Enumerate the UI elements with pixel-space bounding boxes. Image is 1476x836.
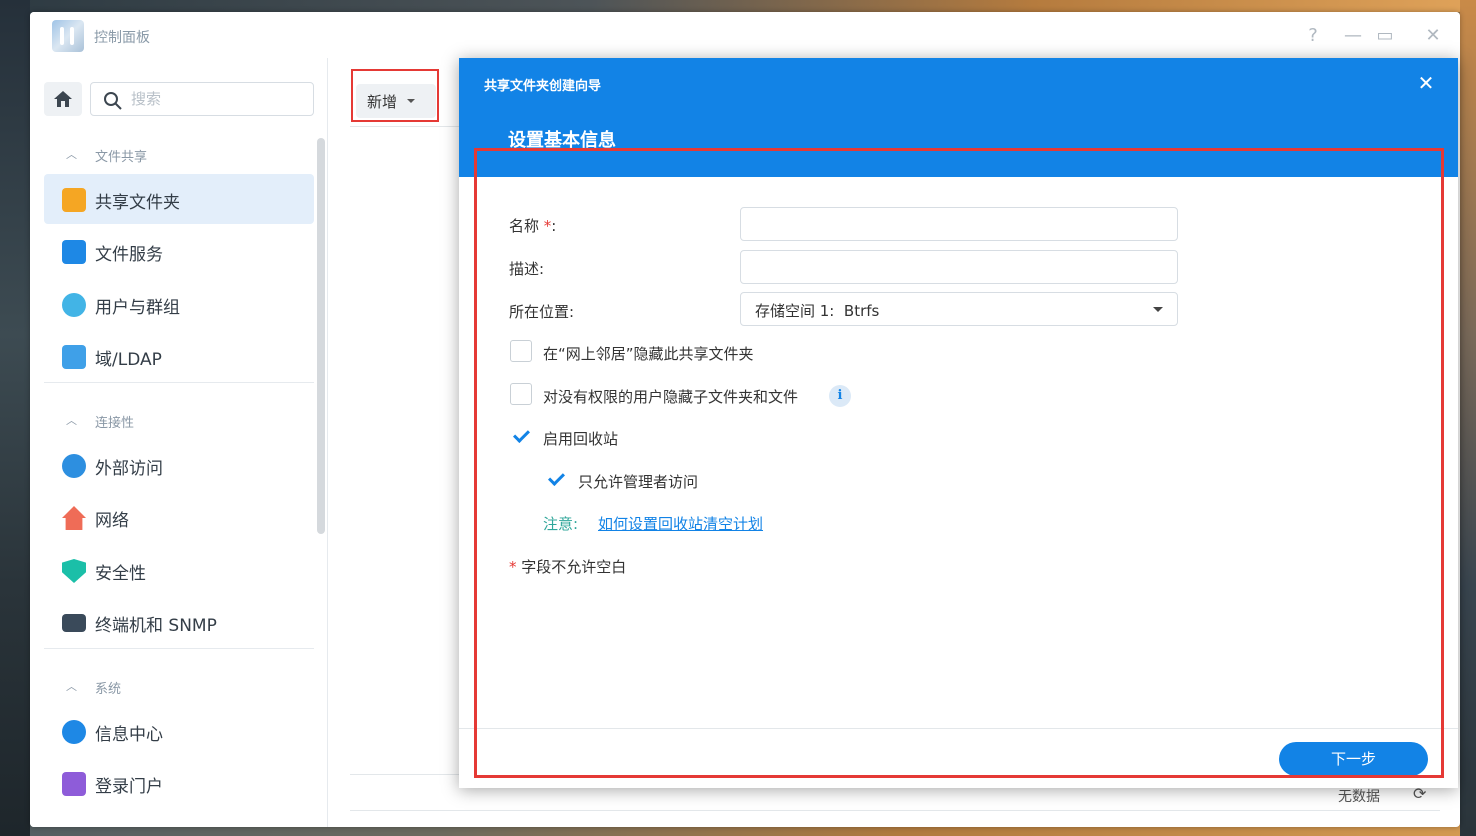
description-input[interactable] bbox=[749, 257, 1169, 277]
location-value: 存储空间 1: Btrfs bbox=[755, 302, 880, 320]
admin-only-checkbox[interactable] bbox=[545, 468, 567, 490]
sidebar-item-shared-folder[interactable]: 共享文件夹 bbox=[44, 174, 314, 224]
terminal-icon bbox=[62, 614, 86, 632]
content-footer-divider bbox=[350, 810, 1440, 811]
search-input[interactable] bbox=[131, 89, 301, 109]
home-icon bbox=[54, 91, 72, 107]
recycle-bin-label: 启用回收站 bbox=[543, 430, 619, 448]
sidebar-item-login-portal[interactable]: 登录门户 bbox=[44, 758, 314, 808]
users-groups-icon bbox=[62, 293, 86, 317]
dialog-header: 共享文件夹创建向导 ✕ 设置基本信息 bbox=[459, 58, 1458, 177]
minimize-icon[interactable]: — bbox=[1341, 24, 1365, 48]
help-icon[interactable]: ? bbox=[1301, 24, 1325, 48]
desktop-background-left bbox=[0, 0, 30, 836]
info-icon[interactable]: i bbox=[829, 385, 851, 407]
location-label: 所在位置: bbox=[509, 303, 575, 321]
sidebar-item-security[interactable]: 安全性 bbox=[44, 545, 314, 595]
shared-folder-icon bbox=[62, 188, 86, 212]
sidebar-item-external-access[interactable]: 外部访问 bbox=[44, 440, 314, 490]
sidebar-divider bbox=[44, 648, 314, 649]
hide-network-checkbox[interactable] bbox=[510, 340, 532, 362]
sidebar-item-users-groups[interactable]: 用户与群组 bbox=[44, 279, 314, 329]
network-icon bbox=[62, 506, 86, 530]
external-access-icon bbox=[62, 454, 86, 478]
required-note: * 字段不允许空白 bbox=[509, 558, 627, 576]
chevron-up-icon: ︿ bbox=[66, 680, 77, 693]
location-select[interactable]: 存储空间 1: Btrfs bbox=[740, 292, 1178, 326]
shield-icon bbox=[62, 559, 86, 583]
titlebar: 控制面板 ? — ▭ ✕ bbox=[30, 12, 1460, 58]
dialog-footer-divider bbox=[459, 728, 1458, 729]
sidebar-item-network[interactable]: 网络 bbox=[44, 492, 314, 542]
desktop-background-right bbox=[1460, 0, 1476, 836]
description-label: 描述: bbox=[509, 260, 545, 278]
chevron-up-icon: ︿ bbox=[66, 148, 77, 161]
app-title: 控制面板 bbox=[94, 30, 150, 46]
info-center-icon bbox=[62, 720, 86, 744]
search-box[interactable] bbox=[90, 82, 314, 116]
sidebar-item-info-center[interactable]: 信息中心 bbox=[44, 706, 314, 756]
note-label: 注意: bbox=[543, 515, 579, 533]
file-services-icon bbox=[62, 240, 86, 264]
name-field[interactable] bbox=[740, 207, 1178, 241]
close-window-icon[interactable]: ✕ bbox=[1421, 24, 1445, 48]
hide-network-label: 在“网上邻居”隐藏此共享文件夹 bbox=[543, 345, 754, 363]
hide-subfolders-label: 对没有权限的用户隐藏子文件夹和文件 bbox=[543, 388, 799, 406]
toolbar-divider bbox=[350, 126, 460, 127]
control-panel-icon bbox=[52, 20, 84, 52]
shared-folder-wizard-dialog: 共享文件夹创建向导 ✕ 设置基本信息 名称 *: 描述: 所在位置: 存储空间 … bbox=[459, 58, 1458, 788]
description-field[interactable] bbox=[740, 250, 1178, 284]
dialog-subtitle: 设置基本信息 bbox=[508, 130, 616, 151]
sidebar-item-domain-ldap[interactable]: 域/LDAP bbox=[44, 331, 314, 381]
sidebar-divider bbox=[44, 382, 314, 383]
dialog-title: 共享文件夹创建向导 bbox=[484, 79, 602, 94]
highlight-add-button bbox=[351, 69, 439, 122]
login-portal-icon bbox=[62, 772, 86, 796]
name-input[interactable] bbox=[749, 214, 1169, 234]
search-icon bbox=[104, 92, 122, 110]
maximize-icon[interactable]: ▭ bbox=[1373, 24, 1397, 48]
recycle-schedule-link[interactable]: 如何设置回收站清空计划 bbox=[598, 513, 763, 534]
sidebar-item-file-services[interactable]: 文件服务 bbox=[44, 226, 314, 276]
hide-subfolders-checkbox[interactable] bbox=[510, 383, 532, 405]
name-label: 名称 *: bbox=[509, 217, 557, 235]
no-data-label: 无数据 bbox=[1338, 789, 1380, 805]
sidebar-item-terminal-snmp[interactable]: 终端机和 SNMP bbox=[44, 597, 314, 647]
desktop-background-top bbox=[0, 0, 1476, 12]
caret-down-icon bbox=[1153, 307, 1163, 312]
close-icon[interactable]: ✕ bbox=[1414, 71, 1438, 95]
admin-only-label: 只允许管理者访问 bbox=[578, 473, 699, 491]
recycle-bin-checkbox[interactable] bbox=[510, 425, 532, 447]
sidebar-scrollbar[interactable] bbox=[317, 138, 325, 534]
home-button[interactable] bbox=[44, 82, 82, 116]
sidebar: ︿ 文件共享 共享文件夹 文件服务 用户与群组 域/LDAP ︿ 连接性 外部访… bbox=[30, 58, 328, 827]
domain-ldap-icon bbox=[62, 345, 86, 369]
chevron-up-icon: ︿ bbox=[66, 414, 77, 427]
next-button[interactable]: 下一步 bbox=[1279, 742, 1428, 776]
